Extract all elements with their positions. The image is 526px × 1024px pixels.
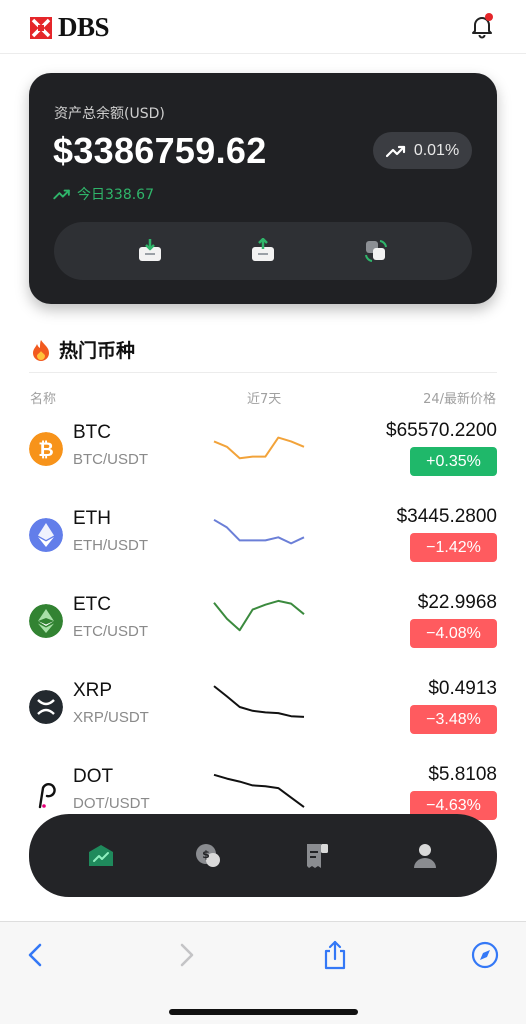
coin-symbol: ETH: [73, 508, 111, 529]
xrp-icon: [29, 690, 63, 724]
bottom-tab-bar: $: [29, 814, 497, 897]
dbs-logo-icon: [30, 16, 52, 39]
app-header: DBS: [0, 0, 526, 54]
coins-icon: $: [196, 843, 220, 867]
coin-symbol: ETC: [73, 594, 111, 615]
transfer-icon: [364, 240, 387, 262]
profile-icon: [414, 843, 436, 868]
balance-card: 资产总余额(USD) $3386759.62 0.01% 今日338.67: [29, 73, 497, 304]
coin-row-xrp[interactable]: XRP XRP/USDT $0.4913 −3.48%: [29, 676, 497, 740]
hot-coins-title-text: 热门币种: [59, 340, 136, 362]
trend-up-icon: [53, 189, 70, 200]
back-icon: [28, 943, 42, 967]
brand-name: DBS: [58, 12, 110, 42]
coin-symbol: XRP: [73, 680, 113, 701]
svg-text:₿: ₿: [38, 439, 53, 461]
coin-price: $22.9968: [417, 592, 497, 613]
coin-row-etc[interactable]: ETC ETC/USDT $22.9968 −4.08%: [29, 590, 497, 654]
compass-button[interactable]: [470, 940, 500, 970]
coin-price: $3445.2800: [396, 506, 497, 527]
deposit-button[interactable]: [130, 231, 170, 271]
col-header-name: 名称: [30, 392, 57, 407]
forward-button[interactable]: [172, 940, 202, 970]
tab-assets[interactable]: $: [189, 836, 229, 876]
coin-price: $0.4913: [428, 678, 497, 699]
share-icon: [324, 940, 346, 970]
sparkline-chart: [213, 599, 305, 632]
coin-pair: DOT/USDT: [73, 795, 150, 812]
total-balance-label: 资产总余额(USD): [54, 106, 165, 122]
coin-price: $65570.2200: [386, 420, 497, 441]
deposit-icon: [139, 239, 162, 261]
sparkline-chart: [213, 685, 305, 718]
dbs-logo[interactable]: DBS: [30, 12, 110, 43]
withdraw-button[interactable]: [243, 231, 283, 271]
back-button[interactable]: [20, 940, 50, 970]
coin-pair: ETC/USDT: [73, 623, 148, 640]
coin-pair: ETH/USDT: [73, 537, 148, 554]
coin-change-badge: −1.42%: [410, 533, 497, 562]
browser-toolbar: [0, 921, 526, 1024]
coin-pair: BTC/USDT: [73, 451, 148, 468]
home-chart-icon: [89, 844, 113, 866]
section-divider: [29, 372, 497, 373]
sparkline-chart: [213, 518, 305, 545]
fire-icon: [33, 339, 49, 361]
coin-change-badge: −3.48%: [410, 705, 497, 734]
sparkline-chart: [213, 436, 305, 460]
forward-icon: [180, 943, 194, 967]
transfer-button[interactable]: [356, 231, 396, 271]
sparkline-line: [213, 685, 305, 718]
share-button[interactable]: [320, 940, 350, 970]
bitcoin-icon: ₿: [29, 432, 63, 466]
svg-text:$: $: [202, 848, 210, 861]
compass-icon: [471, 941, 499, 969]
trend-up-icon: [385, 145, 405, 157]
coin-change-badge: −4.08%: [410, 619, 497, 648]
sparkline-line: [213, 436, 305, 460]
quick-actions-bar: [54, 222, 472, 280]
receipt-icon: [307, 843, 328, 868]
sparkline-line: [213, 773, 305, 808]
ethereum-classic-icon: [29, 604, 63, 638]
sparkline-chart: [213, 773, 305, 808]
col-header-trend: 近7天: [247, 392, 282, 407]
today-profit-value: 今日338.67: [77, 187, 154, 203]
ethereum-icon: [29, 518, 63, 552]
tab-orders[interactable]: [297, 836, 337, 876]
today-profit: 今日338.67: [53, 184, 154, 204]
coin-row-btc[interactable]: ₿ BTC BTC/USDT $65570.2200 +0.35%: [29, 418, 497, 482]
coin-row-eth[interactable]: ETH ETH/USDT $3445.2800 −1.42%: [29, 504, 497, 568]
withdraw-icon: [251, 238, 274, 261]
tab-profile[interactable]: [405, 836, 445, 876]
coin-price: $5.8108: [428, 764, 497, 785]
balance-change-value: 0.01%: [413, 141, 460, 159]
sparkline-line: [213, 599, 305, 632]
hot-coins-title: 热门币种: [31, 336, 135, 363]
coin-change-badge: +0.35%: [410, 447, 497, 476]
home-indicator: [169, 1009, 358, 1015]
coin-symbol: DOT: [73, 766, 114, 787]
sparkline-line: [213, 518, 305, 545]
tab-home[interactable]: [81, 836, 121, 876]
coin-symbol: BTC: [73, 422, 111, 443]
notification-dot: [485, 13, 493, 21]
coin-pair: XRP/USDT: [73, 709, 149, 726]
balance-change-pill[interactable]: 0.01%: [373, 132, 472, 169]
bell-icon[interactable]: [468, 12, 496, 40]
col-header-price: 24/最新价格: [423, 392, 496, 407]
total-balance-amount: $3386759.62: [53, 130, 267, 171]
polkadot-icon: [29, 776, 63, 810]
